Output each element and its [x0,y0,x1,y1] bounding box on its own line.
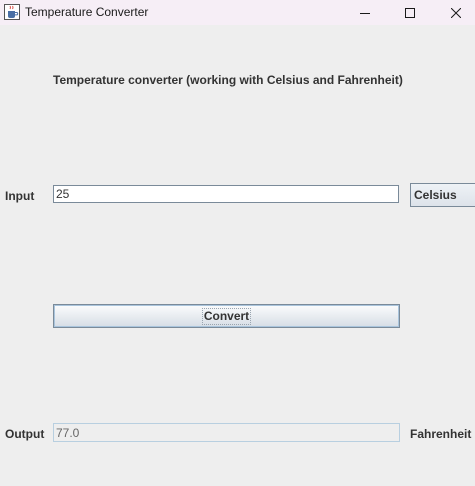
title-bar[interactable]: Temperature Converter [0,0,475,25]
maximize-button[interactable] [388,0,432,25]
java-coffee-cup-icon[interactable] [4,4,20,20]
minimize-icon [360,3,370,22]
input-label: Input [5,189,35,203]
maximize-icon [405,3,415,22]
output-value: 77.0 [56,426,80,440]
converter-panel: Temperature converter (working with Cels… [0,25,475,486]
output-field: 77.0 [53,423,400,442]
unit-dropdown-value: Celsius [414,188,457,202]
close-icon [450,3,462,22]
convert-button-label: Convert [201,307,252,325]
temperature-input[interactable] [53,185,399,203]
output-label: Output [5,427,45,441]
window-title: Temperature Converter [25,5,149,19]
output-unit-label: Fahrenheit [410,427,472,441]
unit-dropdown[interactable]: Celsius [410,183,475,207]
close-button[interactable] [434,0,475,25]
convert-button[interactable]: Convert [53,304,400,328]
minimize-button[interactable] [343,0,387,25]
page-heading: Temperature converter (working with Cels… [53,73,403,87]
